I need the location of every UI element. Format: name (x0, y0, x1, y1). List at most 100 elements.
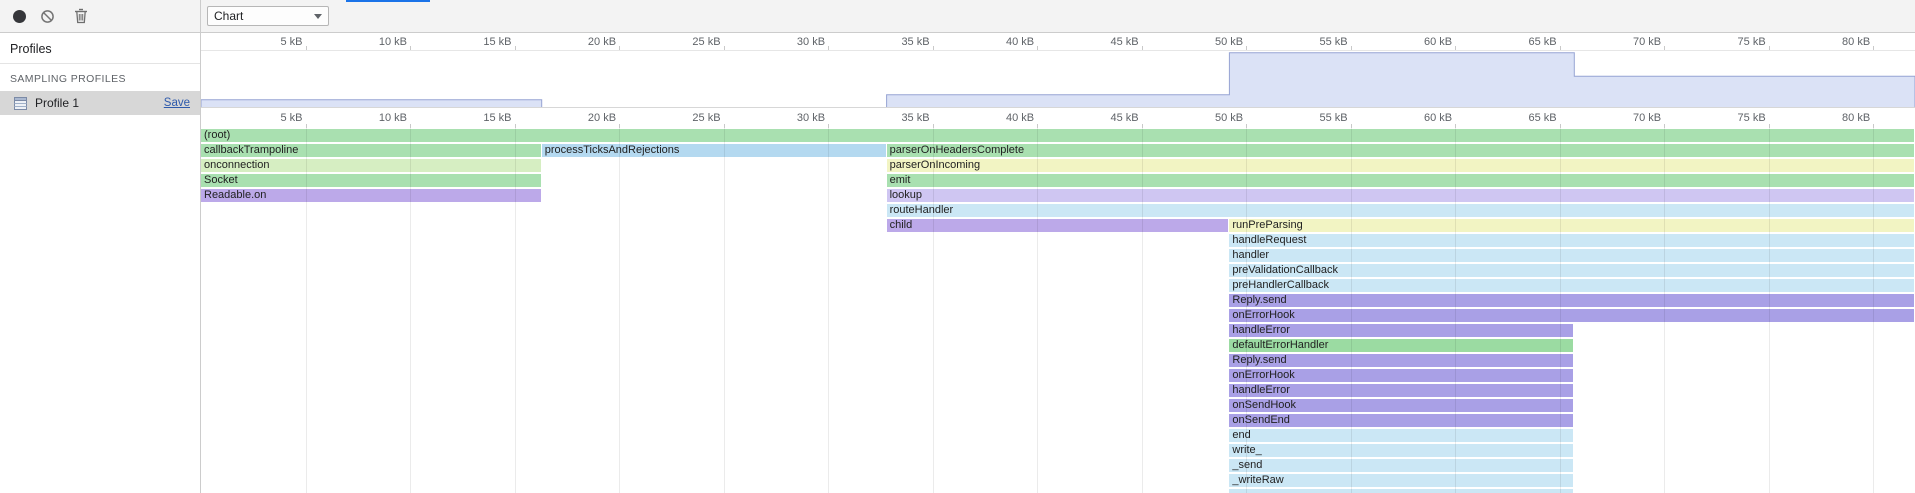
flame-bar[interactable]: defaultErrorHandler (1229, 339, 1573, 352)
flame-row: handleError (201, 383, 1915, 398)
ruler-tick-label: 60 kB (1424, 33, 1452, 50)
ruler-tick-label: 25 kB (692, 33, 720, 50)
flame-bar[interactable]: Readable.on (201, 189, 541, 202)
flame-row: routeHandler (201, 203, 1915, 218)
flame-chart-pane: 5 kB 10 kB 15 kB 20 kB 25 kB 30 kB 35 kB 40 kB 4… (201, 33, 1915, 493)
flame-bar[interactable]: callbackTrampoline (201, 144, 541, 157)
flame-row: handleRequest (201, 233, 1915, 248)
devtools-profiler-panel: Chart Profiles SAMPLING PROFILES Profile… (0, 0, 1915, 493)
ruler-tick-label: 80 kB (1842, 108, 1870, 128)
flame-bar[interactable]: onSendEnd (1229, 414, 1573, 427)
ruler-tick-label: 55 kB (1319, 33, 1347, 50)
ruler-tick-label: 65 kB (1529, 33, 1557, 50)
ruler-tick-label: 10 kB (379, 33, 407, 50)
sidebar-title: Profiles (0, 33, 200, 64)
record-icon (13, 10, 26, 23)
flame-row: childrunPreParsing (201, 218, 1915, 233)
flame-row: write_ (201, 443, 1915, 458)
memory-overview-graph (201, 51, 1915, 107)
ruler-tick-label: 10 kB (379, 108, 407, 128)
flame-bar[interactable]: onconnection (201, 159, 541, 172)
flame-row: onSendHook (201, 398, 1915, 413)
flame-bar[interactable]: Socket (201, 174, 541, 187)
flame-bar[interactable]: runPreParsing (1229, 219, 1914, 232)
clear-profiles-button[interactable] (33, 2, 61, 30)
ruler-top: 5 kB10 kB15 kB20 kB25 kB30 kB35 kB40 kB4… (201, 33, 1915, 50)
ruler-tick-label: 15 kB (483, 33, 511, 50)
delete-profile-button[interactable] (67, 2, 95, 30)
toolbar-left-section (0, 0, 201, 32)
flame-bar[interactable]: parserOnIncoming (887, 159, 1914, 172)
flame-row: preHandlerCallback (201, 278, 1915, 293)
flame-row: onSendEnd (201, 413, 1915, 428)
profiles-sidebar: Profiles SAMPLING PROFILES Profile 1 Sav… (0, 33, 201, 493)
flame-bar[interactable]: Reply.send (1229, 354, 1573, 367)
flame-row: defaultErrorHandler (201, 338, 1915, 353)
ruler-tick-label: 70 kB (1633, 108, 1661, 128)
flame-row: Socket emit (201, 173, 1915, 188)
sampling-profiles-section-label: SAMPLING PROFILES (0, 64, 200, 91)
flame-bar[interactable]: Reply.send (1229, 294, 1914, 307)
profile-name: Profile 1 (35, 96, 157, 110)
flame-bar[interactable]: lookup (887, 189, 1914, 202)
panel-body: Profiles SAMPLING PROFILES Profile 1 Sav… (0, 33, 1915, 493)
view-mode-selected-value: Chart (214, 9, 243, 23)
ruler-tick-label: 20 kB (588, 108, 616, 128)
profile-sheet-icon (13, 96, 28, 111)
flame-bar[interactable]: onErrorHook (1229, 309, 1914, 322)
flame-bar[interactable]: handleRequest (1229, 234, 1914, 247)
flame-row: _writeRaw (201, 473, 1915, 488)
ruler-tick-label: 75 kB (1738, 33, 1766, 50)
flame-bar[interactable]: _writeRaw (1229, 474, 1573, 487)
view-mode-select[interactable]: Chart (207, 6, 329, 26)
flame-bar[interactable]: (root) (201, 129, 1914, 142)
flame-row: onErrorHook (201, 368, 1915, 383)
flame-bar[interactable]: end (1229, 429, 1573, 442)
flame-row (201, 488, 1915, 493)
flame-bar[interactable]: routeHandler (887, 204, 1914, 217)
flame-bar[interactable]: preValidationCallback (1229, 264, 1914, 277)
ruler-tick-label: 80 kB (1842, 33, 1870, 50)
flame-row: end (201, 428, 1915, 443)
trash-icon (74, 8, 88, 24)
flame-bar[interactable]: processTicksAndRejections (542, 144, 886, 157)
flame-row: onconnection parserOnIncoming (201, 158, 1915, 173)
flame-bar[interactable]: parserOnHeadersComplete (887, 144, 1914, 157)
flame-bar[interactable]: _send (1229, 459, 1573, 472)
ruler-tick-label: 65 kB (1529, 108, 1557, 128)
flame-bar[interactable]: emit (887, 174, 1914, 187)
ruler-tick-label: 40 kB (1006, 108, 1034, 128)
flame-bar[interactable]: handleError (1229, 384, 1573, 397)
flame-bar[interactable] (1229, 489, 1573, 493)
ruler-tick-label: 25 kB (692, 108, 720, 128)
ruler-tick-label: 5 kB (280, 108, 302, 128)
ruler-tick-label: 30 kB (797, 108, 825, 128)
flame-row: (root) (201, 128, 1915, 143)
flame-bar[interactable]: child (887, 219, 1229, 232)
flame-bar[interactable]: write_ (1229, 444, 1573, 457)
flame-bar[interactable]: onErrorHook (1229, 369, 1573, 382)
ruler-tick-label: 40 kB (1006, 33, 1034, 50)
flame-row: preValidationCallback (201, 263, 1915, 278)
flame-bar[interactable]: handler (1229, 249, 1914, 262)
save-profile-link[interactable]: Save (164, 97, 190, 109)
ruler-tick-label: 50 kB (1215, 33, 1243, 50)
toolbar-chart-section: Chart (201, 0, 329, 32)
flame-bar[interactable]: handleError (1229, 324, 1573, 337)
ruler-tick-label: 35 kB (901, 33, 929, 50)
ruler-tick-label: 5 kB (280, 33, 302, 50)
flame-row: callbackTrampolineprocessTicksAndRejecti… (201, 143, 1915, 158)
memory-overview[interactable] (201, 50, 1915, 108)
record-button[interactable] (5, 2, 33, 30)
ruler-tick-label: 20 kB (588, 33, 616, 50)
flame-row: onErrorHook (201, 308, 1915, 323)
flame-bar[interactable]: onSendHook (1229, 399, 1573, 412)
ruler-tick-label: 30 kB (797, 33, 825, 50)
caret-down-icon (314, 14, 322, 19)
ruler-tick-label: 45 kB (1110, 108, 1138, 128)
ruler-tick-label: 75 kB (1738, 108, 1766, 128)
profile-item-profile-1[interactable]: Profile 1 Save (0, 91, 200, 115)
ruler-tick-label: 60 kB (1424, 108, 1452, 128)
flame-bar[interactable]: preHandlerCallback (1229, 279, 1914, 292)
flame-row: _send (201, 458, 1915, 473)
